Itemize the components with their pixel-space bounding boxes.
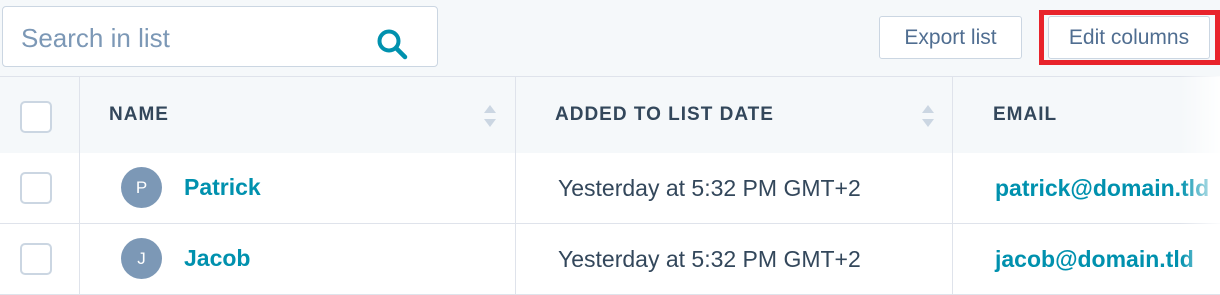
column-divider <box>79 153 80 223</box>
avatar: J <box>121 238 162 279</box>
export-list-button[interactable]: Export list <box>879 16 1022 59</box>
column-divider <box>515 153 516 223</box>
search-icon[interactable] <box>376 28 408 60</box>
search-input[interactable] <box>19 17 363 59</box>
contact-name-link[interactable]: Patrick <box>184 174 261 201</box>
added-date: Yesterday at 5:32 PM GMT+2 <box>558 175 861 201</box>
column-divider <box>79 224 80 294</box>
sort-arrows-icon[interactable] <box>922 102 934 130</box>
column-divider <box>952 224 953 294</box>
edit-columns-button[interactable]: Edit columns <box>1048 16 1210 59</box>
sort-arrows-icon[interactable] <box>484 102 496 130</box>
contacts-table: NAME ADDED TO LIST DATE EMAIL P Patrick … <box>0 76 1220 295</box>
select-all-checkbox[interactable] <box>20 101 52 133</box>
column-header-email[interactable]: EMAIL <box>993 104 1057 126</box>
table-row: J Jacob Yesterday at 5:32 PM GMT+2 jacob… <box>0 224 1220 295</box>
column-divider <box>952 77 953 153</box>
column-divider <box>79 77 80 153</box>
column-divider <box>952 153 953 223</box>
row-checkbox[interactable] <box>20 172 52 204</box>
column-divider <box>515 77 516 153</box>
search-box[interactable] <box>2 6 438 67</box>
table-header: NAME ADDED TO LIST DATE EMAIL <box>0 77 1220 154</box>
added-date: Yesterday at 5:32 PM GMT+2 <box>558 246 861 272</box>
column-header-added-date[interactable]: ADDED TO LIST DATE <box>555 104 774 126</box>
column-divider <box>515 224 516 294</box>
list-toolbar: Export list Edit columns <box>0 0 1220 76</box>
column-header-name[interactable]: NAME <box>109 104 169 126</box>
contact-name-link[interactable]: Jacob <box>184 245 250 272</box>
email-link[interactable]: jacob@domain.tld <box>995 246 1194 273</box>
table-row: P Patrick Yesterday at 5:32 PM GMT+2 pat… <box>0 153 1220 224</box>
email-link[interactable]: patrick@domain.tld <box>995 175 1209 202</box>
avatar: P <box>121 167 162 208</box>
row-checkbox[interactable] <box>20 243 52 275</box>
